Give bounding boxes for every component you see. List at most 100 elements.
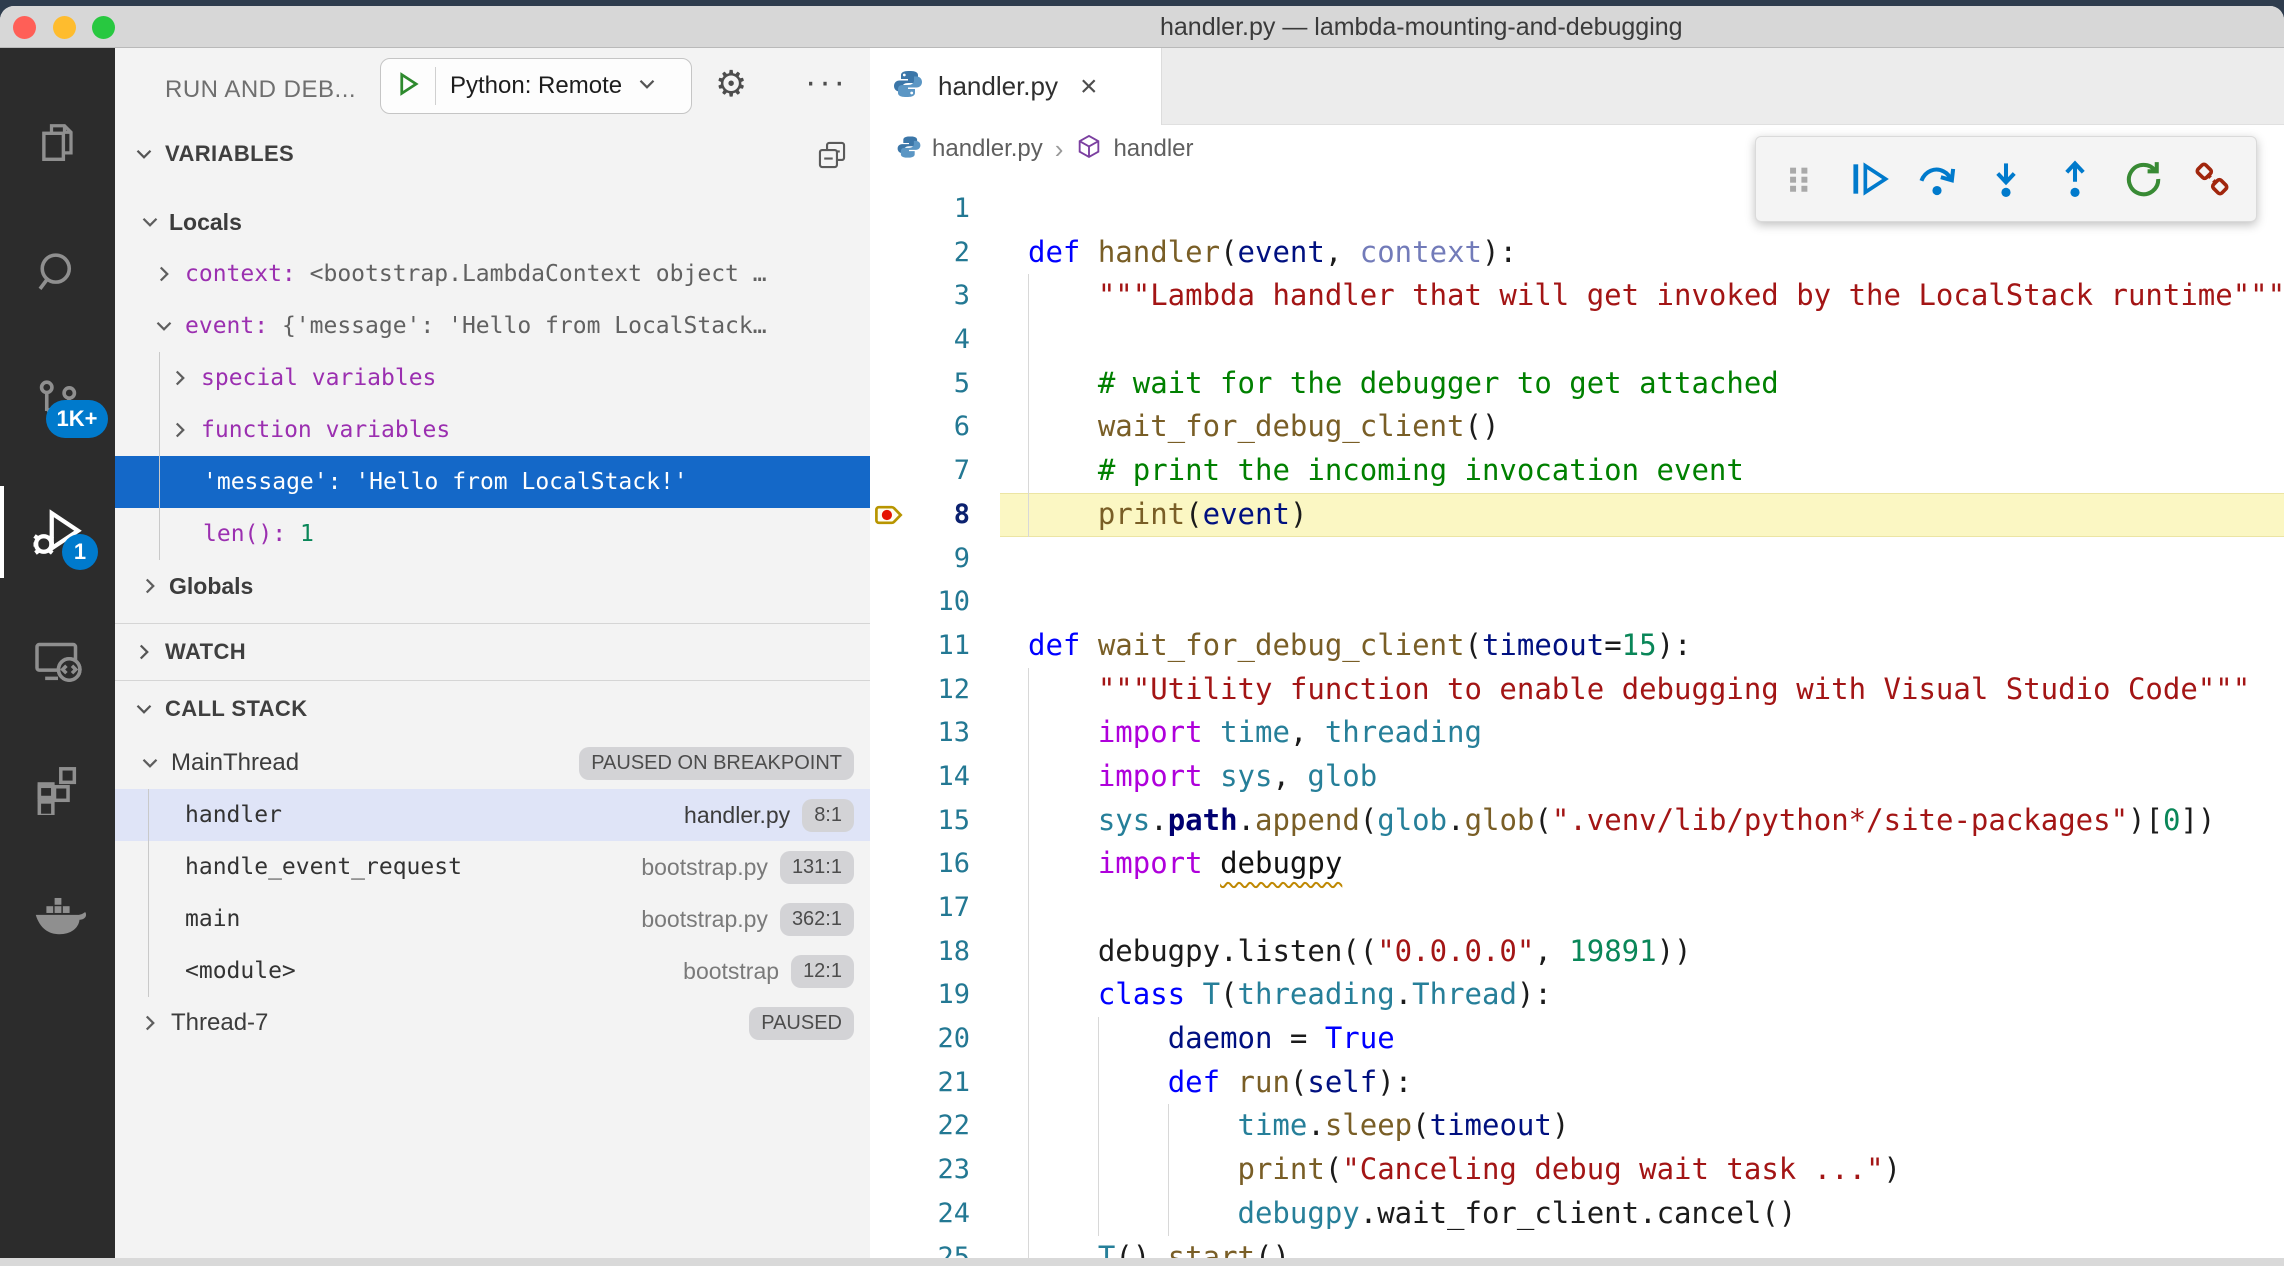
- start-debug-icon[interactable]: [393, 69, 423, 104]
- activity-item-docker[interactable]: [0, 866, 115, 958]
- stack-frame-row[interactable]: handlerhandler.py8:1: [115, 789, 870, 841]
- code-editor[interactable]: 12 def handler(event, context):3 """Lambd…: [870, 173, 2284, 1266]
- code-line[interactable]: 12 """Utility function to enable debuggi…: [870, 668, 2284, 712]
- watch-section-header[interactable]: WATCH: [115, 624, 870, 680]
- dropdown-divider: [435, 67, 436, 105]
- launch-config-dropdown[interactable]: Python: Remote: [380, 58, 692, 114]
- code-line[interactable]: 5 # wait for the debugger to get attache…: [870, 362, 2284, 406]
- code-text: def handler(event, context):: [1028, 231, 1517, 275]
- line-number[interactable]: 5: [870, 362, 970, 406]
- tree-indent-guide: [159, 352, 160, 404]
- activity-item-run-and-debug[interactable]: 1: [0, 486, 115, 578]
- frame-name: handler: [185, 802, 282, 828]
- line-number[interactable]: 1: [870, 187, 970, 231]
- gear-icon[interactable]: ⚙: [715, 54, 747, 114]
- disconnect-button[interactable]: [2184, 151, 2240, 207]
- breadcrumb-symbol[interactable]: handler: [1113, 135, 1193, 163]
- code-line[interactable]: 10: [870, 580, 2284, 624]
- continue-button[interactable]: [1841, 151, 1897, 207]
- code-line[interactable]: 13 import time, threading: [870, 711, 2284, 755]
- activity-item-extensions[interactable]: [0, 741, 115, 833]
- line-number[interactable]: 10: [870, 580, 970, 624]
- code-line[interactable]: 2 def handler(event, context):: [870, 231, 2284, 275]
- code-line[interactable]: 6 wait_for_debug_client(): [870, 405, 2284, 449]
- breakpoint-current-line-icon[interactable]: [874, 497, 910, 546]
- code-line[interactable]: 18 debugpy.listen(("0.0.0.0", 19891)): [870, 930, 2284, 974]
- collapse-all-icon[interactable]: [815, 138, 849, 177]
- thread-row[interactable]: MainThreadPAUSED ON BREAKPOINT: [115, 737, 870, 789]
- stack-frame-row[interactable]: <module>bootstrap12:1: [115, 945, 870, 997]
- code-line[interactable]: 14 import sys, glob: [870, 755, 2284, 799]
- traffic-light-close[interactable]: [13, 16, 36, 39]
- line-number[interactable]: 3: [870, 274, 970, 318]
- line-number[interactable]: 11: [870, 624, 970, 668]
- line-number[interactable]: 15: [870, 799, 970, 843]
- variable-row[interactable]: function variables: [115, 404, 870, 456]
- code-line[interactable]: 21 def run(self):: [870, 1061, 2284, 1105]
- stack-frame-row[interactable]: handle_event_requestbootstrap.py131:1: [115, 841, 870, 893]
- thread-row[interactable]: Thread-7PAUSED: [115, 997, 870, 1049]
- line-number[interactable]: 12: [870, 668, 970, 712]
- variable-row[interactable]: Globals: [115, 560, 870, 612]
- line-number[interactable]: 22: [870, 1104, 970, 1148]
- code-line[interactable]: 20 daemon = True: [870, 1017, 2284, 1061]
- variable-row[interactable]: special variables: [115, 352, 870, 404]
- code-line[interactable]: 15 sys.path.append(glob.glob(".venv/lib/…: [870, 799, 2284, 843]
- code-line[interactable]: 16 import debugpy: [870, 842, 2284, 886]
- code-line[interactable]: 24 debugpy.wait_for_client.cancel(): [870, 1192, 2284, 1236]
- line-number[interactable]: 21: [870, 1061, 970, 1105]
- line-number[interactable]: 2: [870, 231, 970, 275]
- activity-item-remote-explorer[interactable]: [0, 616, 115, 708]
- python-file-icon: [892, 68, 924, 105]
- variables-section-header[interactable]: VARIABLES: [115, 130, 870, 178]
- stack-frame-row[interactable]: mainbootstrap.py362:1: [115, 893, 870, 945]
- code-line[interactable]: 11def wait_for_debug_client(timeout=15):: [870, 624, 2284, 668]
- line-number[interactable]: 4: [870, 318, 970, 362]
- line-number[interactable]: 20: [870, 1017, 970, 1061]
- activity-item-explorer[interactable]: [0, 96, 115, 188]
- line-number[interactable]: 6: [870, 405, 970, 449]
- line-number[interactable]: 18: [870, 930, 970, 974]
- line-number[interactable]: 16: [870, 842, 970, 886]
- callstack-section-header[interactable]: CALL STACK: [115, 681, 870, 737]
- variable-row[interactable]: context: <bootstrap.LambdaContext object…: [115, 248, 870, 300]
- window-bottom-edge: [0, 1258, 2284, 1266]
- variable-row[interactable]: event: {'message': 'Hello from LocalStac…: [115, 300, 870, 352]
- code-line[interactable]: 9: [870, 537, 2284, 581]
- variable-row[interactable]: len(): 1: [115, 508, 870, 560]
- activity-item-search[interactable]: [0, 226, 115, 318]
- line-number[interactable]: 24: [870, 1192, 970, 1236]
- frame-position-badge: 8:1: [802, 799, 854, 832]
- breadcrumb-file[interactable]: handler.py: [932, 135, 1043, 163]
- more-actions-icon[interactable]: ···: [805, 52, 848, 112]
- step-over-button[interactable]: [1909, 151, 1965, 207]
- tab-handler-py[interactable]: handler.py ×: [870, 48, 1162, 125]
- variable-row[interactable]: Locals: [115, 196, 870, 248]
- code-line[interactable]: 4: [870, 318, 2284, 362]
- line-number[interactable]: 19: [870, 973, 970, 1017]
- activity-item-source-control[interactable]: 1K+: [0, 356, 115, 448]
- line-number[interactable]: 23: [870, 1148, 970, 1192]
- close-icon[interactable]: ×: [1080, 70, 1098, 104]
- code-line[interactable]: 17: [870, 886, 2284, 930]
- line-number[interactable]: 13: [870, 711, 970, 755]
- variable-row[interactable]: 'message': 'Hello from LocalStack!': [115, 456, 870, 508]
- tree-indent-guide: [159, 456, 160, 508]
- step-into-button[interactable]: [1978, 151, 2034, 207]
- restart-button[interactable]: [2115, 151, 2171, 207]
- line-number[interactable]: 17: [870, 886, 970, 930]
- step-out-button[interactable]: [2047, 151, 2103, 207]
- code-line[interactable]: 8 print(event): [870, 493, 2284, 537]
- line-number[interactable]: 7: [870, 449, 970, 493]
- code-text: print("Canceling debug wait task ..."): [1028, 1148, 1901, 1192]
- code-line[interactable]: 23 print("Canceling debug wait task ..."…: [870, 1148, 2284, 1192]
- line-number[interactable]: 14: [870, 755, 970, 799]
- traffic-light-maximize[interactable]: [92, 16, 115, 39]
- code-line[interactable]: 7 # print the incoming invocation event: [870, 449, 2284, 493]
- code-line[interactable]: 22 time.sleep(timeout): [870, 1104, 2284, 1148]
- traffic-light-minimize[interactable]: [53, 16, 76, 39]
- drag-grip-icon[interactable]: [1772, 151, 1828, 207]
- code-line[interactable]: 3 """Lambda handler that will get invoke…: [870, 274, 2284, 318]
- code-line[interactable]: 19 class T(threading.Thread):: [870, 973, 2284, 1017]
- indent-guide: [1028, 318, 1029, 362]
